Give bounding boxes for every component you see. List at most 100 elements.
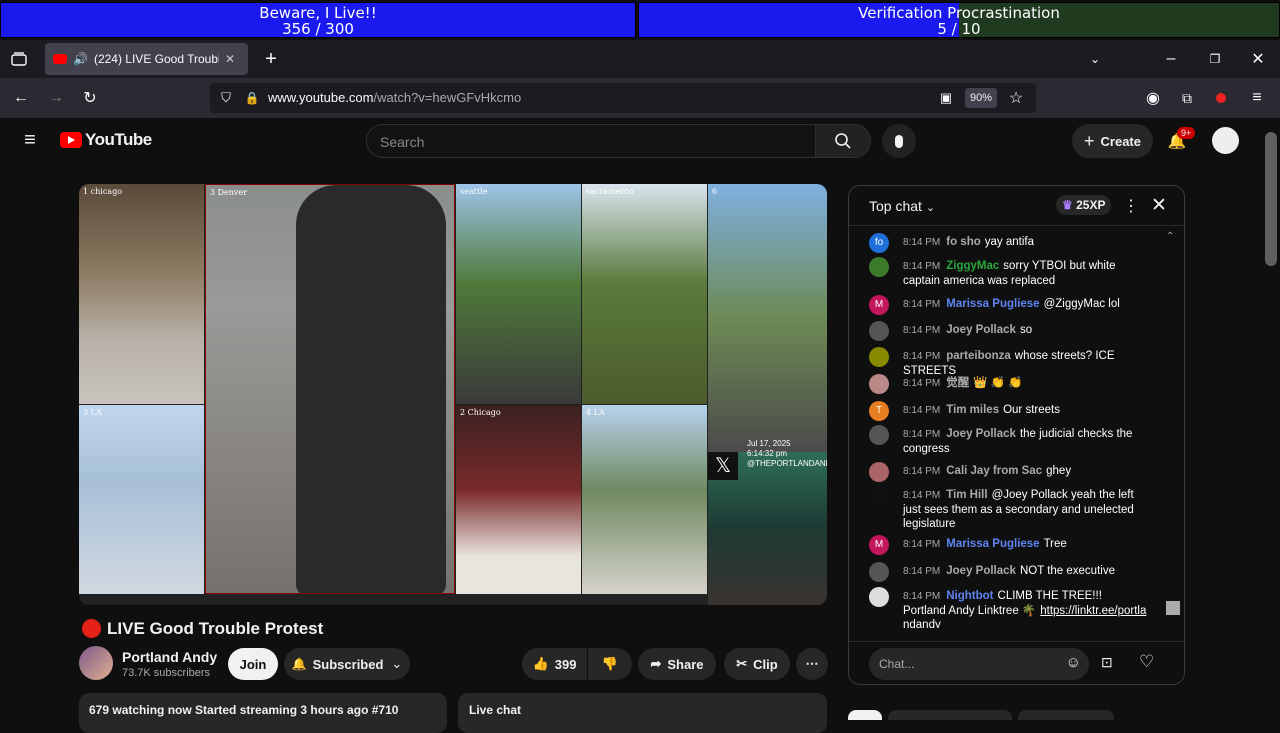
voice-search-button[interactable] — [882, 124, 916, 158]
chat-author-avatar[interactable] — [869, 374, 889, 394]
chat-author-avatar[interactable] — [869, 425, 889, 445]
chat-author-name[interactable]: parteibonza — [946, 350, 1011, 362]
account-icon[interactable]: ◉ — [1142, 87, 1164, 109]
subscribed-button[interactable]: 🔔 Subscribed ⌄ — [284, 648, 410, 680]
chat-author-avatar[interactable]: M — [869, 295, 889, 315]
forward-icon[interactable]: → — [45, 87, 67, 109]
close-window-icon[interactable]: ✕ — [1247, 48, 1269, 70]
chat-message[interactable]: 8:14 PM parteibonza whose streets? ICE STR… — [869, 347, 1147, 378]
chat-author-name[interactable]: Joey Pollack — [946, 428, 1016, 440]
chat-message[interactable]: 8:14 PM Nightbot CLIMB THE TREE!!! Portlan… — [869, 587, 1147, 628]
restore-icon[interactable]: ❐ — [1204, 48, 1226, 70]
like-button[interactable]: 👍 399 — [522, 648, 587, 680]
lock-icon[interactable]: 🔒 — [242, 88, 262, 108]
chat-author-name[interactable]: Tim miles — [946, 404, 999, 416]
browser-tab[interactable]: 🔊 (224) LIVE Good Trouble ✕ — [45, 43, 248, 75]
chat-message[interactable]: M 8:14 PM Marissa Pugliese Tree — [869, 535, 1147, 555]
chat-author-name[interactable]: Marissa Pugliese — [946, 538, 1039, 550]
chat-author-name[interactable]: ZiggyMac — [946, 260, 999, 272]
close-chat-icon[interactable]: ✕ — [1151, 194, 1167, 217]
chat-message[interactable]: 8:14 PM Joey Pollack the judicial checks t… — [869, 425, 1147, 456]
chat-message[interactable]: 8:14 PM Joey Pollack so — [869, 321, 1147, 341]
super-chat-icon[interactable]: ⊡ — [1101, 654, 1113, 671]
minimize-icon[interactable]: – — [1160, 48, 1182, 70]
search-button[interactable] — [815, 124, 871, 158]
chat-author-name[interactable]: Joey Pollack — [946, 565, 1016, 577]
chat-author-name[interactable]: Cali Jay from Sac — [946, 465, 1042, 477]
chat-author-avatar[interactable] — [869, 562, 889, 582]
chat-message[interactable]: 8:14 PM Cali Jay from Sac ghey — [869, 462, 1147, 482]
chat-author-avatar[interactable]: M — [869, 535, 889, 555]
chat-timestamp: 8:14 PM — [903, 566, 941, 577]
youtube-logo[interactable]: YouTube — [60, 130, 152, 150]
chat-message[interactable]: T 8:14 PM Tim miles Our streets — [869, 401, 1147, 421]
user-avatar[interactable] — [1212, 127, 1239, 154]
chat-message[interactable]: 8:14 PM ZiggyMac sorry YTBOI but white cap… — [869, 257, 1147, 288]
chat-author-name[interactable]: 觉醒 — [946, 377, 969, 389]
chat-timestamp: 8:14 PM — [903, 429, 941, 440]
guide-menu-icon[interactable]: ≡ — [18, 128, 42, 152]
channel-name[interactable]: Portland Andy — [122, 649, 217, 665]
picture-in-picture-icon[interactable]: ▣ — [936, 88, 956, 108]
chat-author-avatar[interactable]: fo — [869, 233, 889, 253]
chat-author-name[interactable]: Nightbot — [946, 590, 993, 602]
new-tab-icon[interactable]: + — [260, 48, 282, 70]
reload-icon[interactable]: ↻ — [79, 87, 101, 109]
chat-author-name[interactable]: fo sho — [946, 236, 981, 248]
video-title: LIVE Good Trouble Protest — [107, 619, 324, 638]
page-scrollbar[interactable] — [1265, 132, 1277, 266]
chat-message[interactable]: 8:14 PM 觉醒 👑 👏 👏 — [869, 374, 1147, 394]
chat-message[interactable]: 8:14 PM Tim Hill @Joey Pollack yeah the le… — [869, 486, 1147, 531]
filter-chip[interactable] — [848, 710, 882, 720]
chat-author-name[interactable]: Joey Pollack — [946, 324, 1016, 336]
speaker-icon[interactable]: 🔊 — [73, 52, 88, 66]
chat-input[interactable]: Chat... ☺ — [869, 648, 1089, 680]
extension-red-icon[interactable] — [1210, 87, 1232, 109]
description-box[interactable]: 679 watching now Started streaming 3 hou… — [79, 693, 447, 733]
scroll-up-icon[interactable]: ⌃ — [1166, 231, 1174, 242]
extensions-icon[interactable]: ⧉ — [1176, 87, 1198, 109]
join-button[interactable]: Join — [228, 648, 278, 680]
chat-scrollbar[interactable]: ⌃ — [1166, 231, 1180, 629]
close-tab-icon[interactable]: ✕ — [225, 52, 235, 66]
list-all-tabs-icon[interactable]: ⌄ — [1084, 48, 1106, 70]
chat-message[interactable]: fo 8:14 PM fo sho yay antifa — [869, 233, 1147, 253]
clip-button[interactable]: ✂ Clip — [724, 648, 790, 680]
url-bar[interactable]: ⛉ 🔒 www.youtube.com/watch?v=hewGFvHkcmo … — [210, 83, 1036, 113]
menu-icon[interactable]: ≡ — [1246, 87, 1268, 109]
video-player[interactable]: 1 chicago 3 Denver seattle sacramento 6 … — [79, 184, 827, 605]
xp-badge[interactable]: ♛ 25XP — [1056, 195, 1112, 215]
scroll-thumb[interactable] — [1166, 601, 1180, 615]
chat-author-avatar[interactable] — [869, 321, 889, 341]
top-chat-dropdown[interactable]: Top chat ⌄ — [869, 198, 935, 214]
filter-chip[interactable] — [888, 710, 1012, 720]
more-actions-button[interactable]: ⋯ — [796, 648, 828, 680]
chat-author-avatar[interactable] — [869, 347, 889, 367]
shield-icon[interactable]: ⛉ — [216, 88, 236, 108]
heart-icon[interactable]: ♡ — [1139, 652, 1154, 672]
chat-author-avatar[interactable]: T — [869, 401, 889, 421]
live-chat-panel-tab[interactable]: Live chat — [458, 693, 827, 733]
filter-chip[interactable] — [1018, 710, 1114, 720]
x-logo-icon: 𝕏 — [708, 452, 738, 480]
channel-avatar[interactable] — [79, 646, 113, 680]
chat-more-icon[interactable]: ⋮ — [1123, 196, 1139, 216]
chat-message[interactable]: M 8:14 PM Marissa Pugliese @ZiggyMac lol — [869, 295, 1147, 315]
zoom-level[interactable]: 90% — [965, 88, 997, 108]
bookmark-star-icon[interactable]: ☆ — [1006, 88, 1026, 108]
tab-list-icon[interactable] — [8, 48, 30, 70]
back-icon[interactable]: ← — [10, 87, 32, 109]
dislike-button[interactable]: 👎 — [588, 648, 632, 680]
chat-author-name[interactable]: Marissa Pugliese — [946, 298, 1039, 310]
chat-author-avatar[interactable] — [869, 257, 889, 277]
chat-author-avatar[interactable] — [869, 462, 889, 482]
chat-message[interactable]: 8:14 PM Joey Pollack NOT the executive — [869, 562, 1147, 582]
create-button[interactable]: + Create — [1072, 124, 1153, 158]
chat-author-avatar[interactable] — [869, 486, 889, 506]
emoji-icon[interactable]: ☺ — [1066, 654, 1081, 671]
chat-author-avatar[interactable] — [869, 587, 889, 607]
chat-timestamp: 8:14 PM — [903, 490, 941, 501]
search-input[interactable]: Search — [366, 124, 816, 158]
chat-author-name[interactable]: Tim Hill — [946, 489, 987, 501]
share-button[interactable]: ➦ Share — [638, 648, 716, 680]
